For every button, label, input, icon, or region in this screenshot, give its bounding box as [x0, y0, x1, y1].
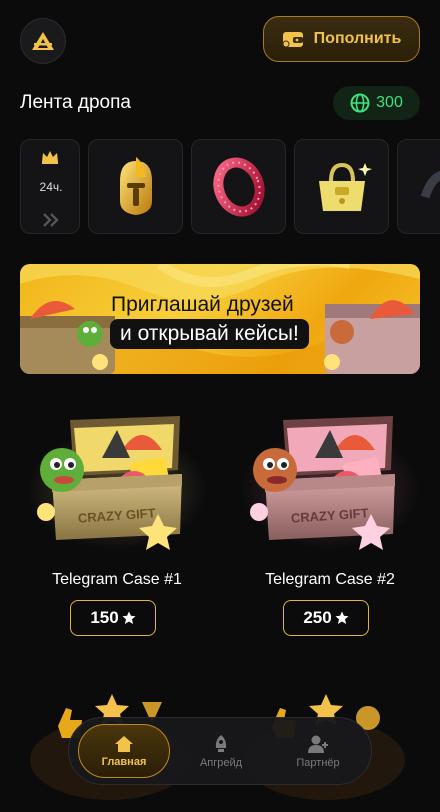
app-logo[interactable]: [20, 18, 66, 64]
globe-icon: [350, 93, 370, 113]
wallet-icon: [282, 32, 303, 48]
nav-item-upgrade[interactable]: Апгрейд: [175, 724, 267, 778]
nav-label-home: Главная: [101, 755, 147, 768]
golden-helmet-icon: [119, 156, 152, 215]
star-icon: [335, 611, 349, 624]
drop-item-yellow-bag[interactable]: [294, 139, 389, 234]
balance-badge[interactable]: 300: [333, 86, 420, 120]
gold-chest-icon: CRAZY GIFT: [27, 416, 207, 550]
case-price-value: 150: [90, 608, 119, 627]
topup-button[interactable]: Пополнить: [263, 16, 420, 62]
red-ring-icon: [212, 157, 265, 216]
banner-title-line1: Приглашай друзей: [111, 293, 294, 316]
balance-value: 300: [376, 94, 403, 111]
drop-feed-title: Лента дропа: [20, 92, 131, 113]
case-price-button[interactable]: 150: [70, 600, 156, 636]
timer-label: 24ч.: [39, 180, 63, 194]
drop-item-dark-item[interactable]: [397, 139, 440, 234]
nav-label-upgrade: Апгрейд: [199, 756, 243, 769]
topup-label: Пополнить: [313, 30, 402, 47]
rocket-icon: [215, 734, 227, 752]
crown-icon: [42, 151, 58, 164]
banner-title-line2: и открывай кейсы!: [110, 319, 309, 349]
nav-item-partner[interactable]: Партнёр: [272, 724, 364, 778]
bottom-navigation: Главная Апгрейд Партнёр: [68, 717, 372, 785]
case-card-1[interactable]: CRAZY GIFT Telegram Case #1 150: [22, 410, 212, 640]
home-icon: [115, 735, 133, 752]
case-name: Telegram Case #2: [265, 571, 395, 588]
user-plus-icon: [308, 735, 328, 753]
nav-label-partner: Партнёр: [296, 756, 340, 769]
case-card-2[interactable]: CRAZY GIFT Telegram Case #2 250: [235, 410, 425, 640]
invite-friends-banner[interactable]: Приглашай друзей и открывай кейсы!: [20, 264, 420, 374]
chevrons-right-icon: [43, 213, 59, 227]
pink-chest-icon: CRAZY GIFT: [240, 416, 420, 550]
drop-item-golden-helmet[interactable]: [88, 139, 183, 234]
case-name: Telegram Case #1: [52, 571, 182, 588]
star-icon: [122, 611, 136, 624]
triangle-logo-icon: [32, 32, 54, 50]
drop-timer-card[interactable]: 24ч.: [20, 139, 80, 234]
drop-item-red-ring[interactable]: [191, 139, 286, 234]
dark-item-icon: [420, 170, 440, 199]
drop-feed-row[interactable]: 24ч.: [20, 139, 440, 234]
case-price-button[interactable]: 250: [283, 600, 369, 636]
case-price-value: 250: [303, 608, 332, 627]
handbag-icon: [318, 162, 372, 211]
nav-item-home[interactable]: Главная: [78, 724, 170, 778]
header: Пополнить: [0, 0, 440, 80]
